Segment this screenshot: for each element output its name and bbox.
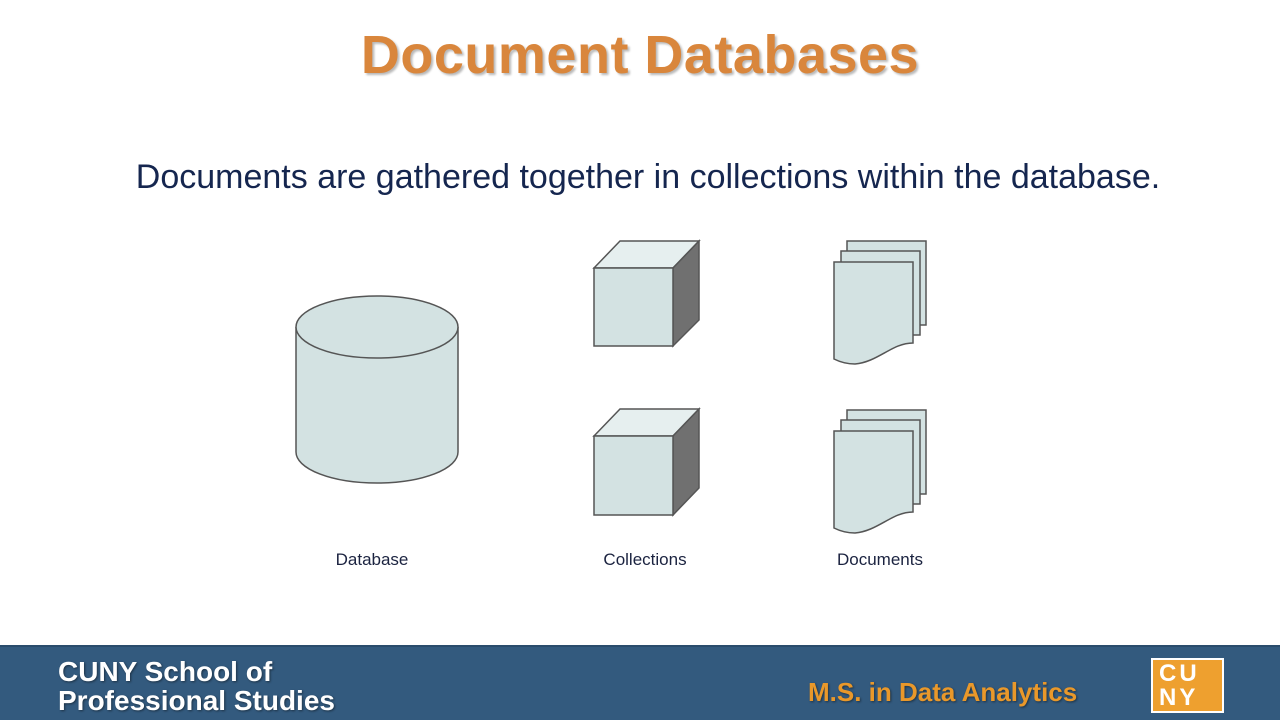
- database-cylinder-icon: [295, 295, 459, 484]
- collection-cube-icon-2: [592, 407, 701, 517]
- documents-label: Documents: [837, 550, 923, 569]
- school-name-line-1: CUNY School of: [58, 656, 273, 687]
- document-stack-icon-2: [833, 409, 927, 534]
- collection-cube-icon-1: [592, 239, 701, 348]
- footer-bar: CUNY School of Professional Studies M.S.…: [0, 645, 1280, 720]
- cuny-logo-line-1: CU: [1159, 660, 1200, 687]
- document-stack-icon-1: [833, 240, 927, 365]
- school-name: CUNY School of Professional Studies: [58, 657, 335, 715]
- diagram: [295, 239, 927, 534]
- cuny-logo: CU NY: [1151, 658, 1224, 713]
- cuny-logo-text: CU NY: [1159, 662, 1200, 710]
- database-label: Database: [335, 550, 409, 569]
- collections-label: Collections: [603, 550, 687, 569]
- cuny-logo-line-2: NY: [1159, 684, 1199, 711]
- program-name: M.S. in Data Analytics: [808, 677, 1078, 707]
- school-name-line-2: Professional Studies: [58, 685, 335, 716]
